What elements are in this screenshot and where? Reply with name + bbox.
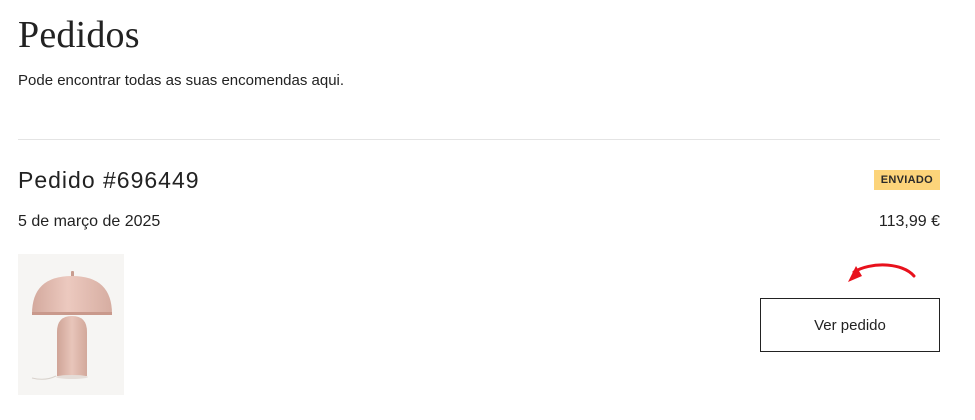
order-date: 5 de março de 2025 (18, 213, 161, 230)
product-thumbnail[interactable] (18, 254, 124, 395)
divider (18, 139, 940, 140)
page-title: Pedidos (18, 14, 140, 56)
annotation-arrow-icon (848, 263, 916, 282)
page-subtitle: Pode encontrar todas as suas encomendas … (18, 72, 345, 89)
view-order-button[interactable]: Ver pedido (760, 298, 940, 352)
status-badge: ENVIADO (873, 170, 940, 190)
order-title: Pedido #696449 (18, 167, 200, 193)
lamp-image (18, 254, 124, 395)
order-total: 113,99 € (878, 213, 940, 230)
